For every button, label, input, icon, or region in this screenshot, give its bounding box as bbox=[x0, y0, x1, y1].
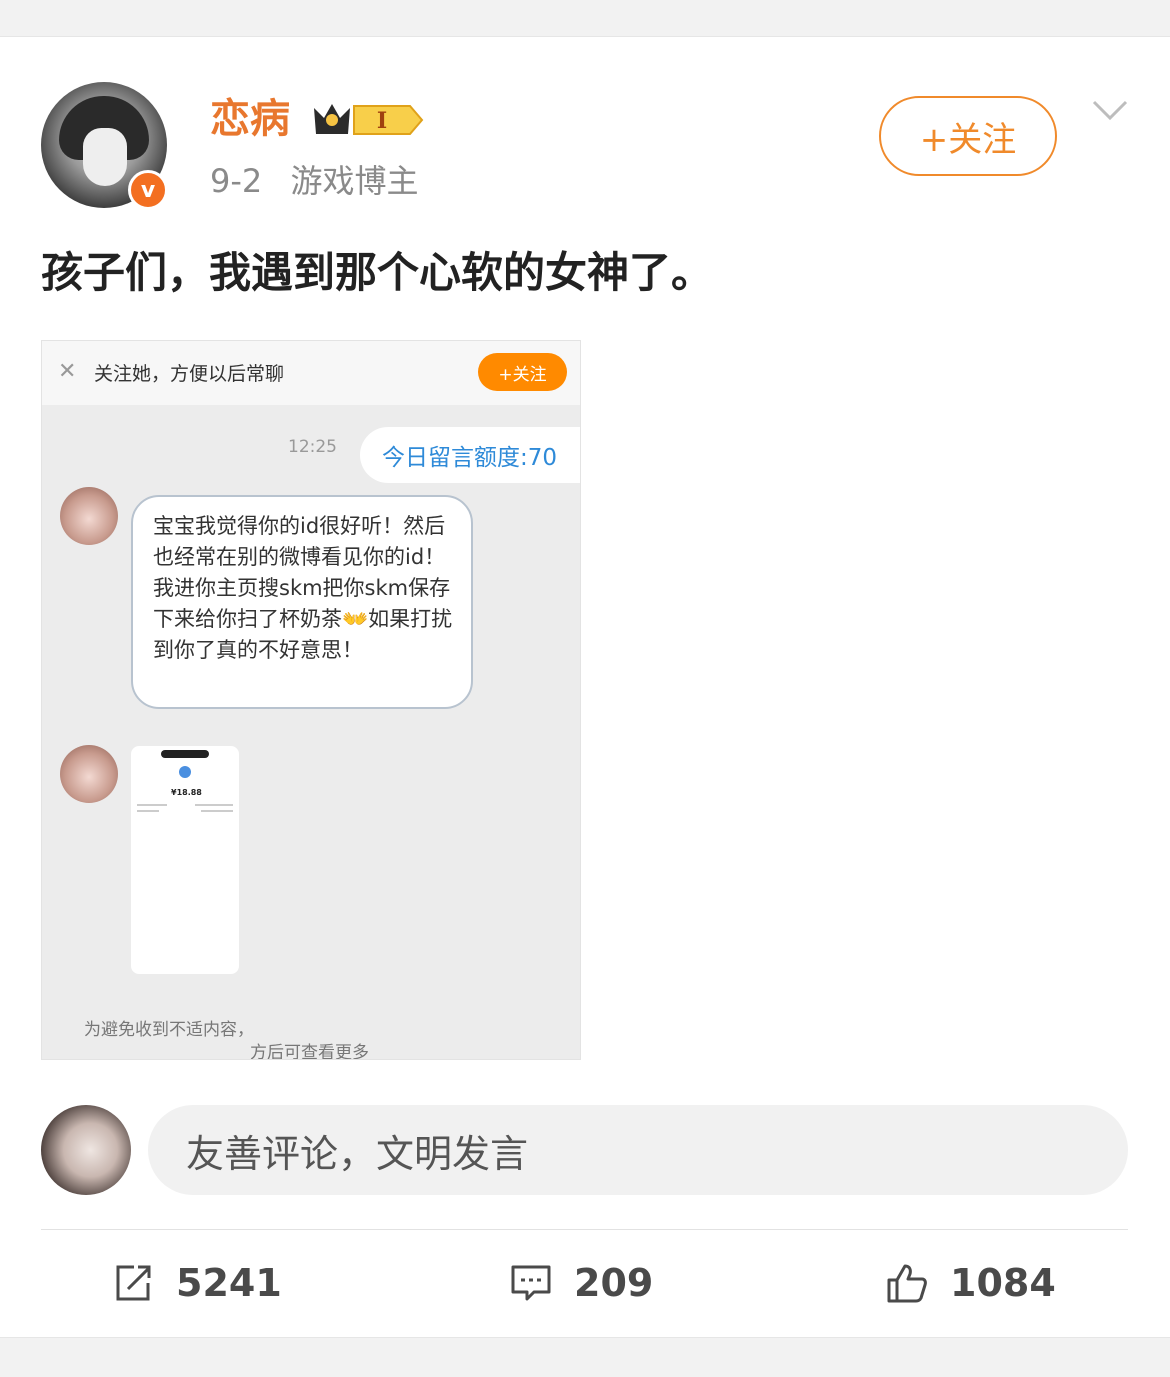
follow-button[interactable]: +关注 bbox=[879, 96, 1057, 176]
post-date: 9-2 bbox=[210, 162, 263, 200]
current-user-avatar bbox=[41, 1105, 131, 1195]
text-line bbox=[201, 810, 233, 812]
image-quota-bubble: 今日留言额度:70 bbox=[360, 427, 580, 483]
image-footer-line1: 为避免收到不适内容， bbox=[84, 1020, 254, 1040]
repost-count: 5241 bbox=[176, 1261, 282, 1305]
payment-icon bbox=[179, 766, 191, 778]
image-message-bubble: 宝宝我觉得你的id很好听！然后也经常在别的微博看见你的id！我进你主页搜skm把… bbox=[131, 495, 473, 709]
text-line bbox=[137, 804, 167, 806]
follow-button-label: +关注 bbox=[919, 119, 1017, 160]
chevron-down-icon[interactable] bbox=[1090, 96, 1130, 126]
image-timestamp: 12:25 bbox=[288, 437, 337, 457]
sender-avatar bbox=[60, 745, 118, 803]
image-follow-button: +关注 bbox=[478, 353, 567, 391]
post-text: 孩子们，我遇到那个心软的女神了。 bbox=[41, 248, 714, 297]
comment-icon bbox=[511, 1265, 551, 1301]
like-button[interactable]: 1084 bbox=[886, 1255, 1056, 1311]
comment-count: 209 bbox=[574, 1261, 654, 1305]
post-meta: 9-2 游戏博主 bbox=[210, 160, 436, 202]
text-line bbox=[137, 810, 159, 812]
payment-amount: ¥18.88 bbox=[171, 788, 202, 797]
image-message-picture: ¥18.88 bbox=[131, 746, 239, 974]
comment-input[interactable]: 友善评论，文明发言 bbox=[148, 1105, 1128, 1195]
actions-divider bbox=[41, 1229, 1128, 1230]
level-badge-text: I bbox=[377, 108, 387, 134]
sender-avatar bbox=[60, 487, 118, 545]
verified-icon: v bbox=[128, 170, 168, 210]
author-tag: 游戏博主 bbox=[290, 162, 419, 200]
image-footer-line2: 方后可查看更多 bbox=[250, 1043, 369, 1060]
like-count: 1084 bbox=[950, 1261, 1056, 1305]
repost-icon bbox=[116, 1265, 151, 1301]
comment-button[interactable]: 209 bbox=[510, 1255, 653, 1311]
author-name[interactable]: 恋病 bbox=[210, 94, 290, 144]
image-follow-bar: ✕ 关注她，方便以后常聊 +关注 bbox=[42, 341, 580, 405]
avatar-face bbox=[83, 128, 127, 186]
phone-notch bbox=[161, 750, 209, 758]
repost-button[interactable]: 5241 bbox=[112, 1255, 282, 1311]
bottom-divider bbox=[0, 1337, 1170, 1338]
comment-placeholder: 友善评论，文明发言 bbox=[186, 1131, 529, 1176]
crown-badge-icon: I bbox=[314, 104, 424, 135]
text-line bbox=[195, 804, 233, 806]
close-icon: ✕ bbox=[58, 359, 77, 384]
like-icon bbox=[887, 1264, 927, 1303]
image-bar-text: 关注她，方便以后常聊 bbox=[94, 363, 285, 385]
post-image[interactable]: ✕ 关注她，方便以后常聊 +关注 12:25 今日留言额度:70 宝宝我觉得你的… bbox=[41, 340, 581, 1060]
